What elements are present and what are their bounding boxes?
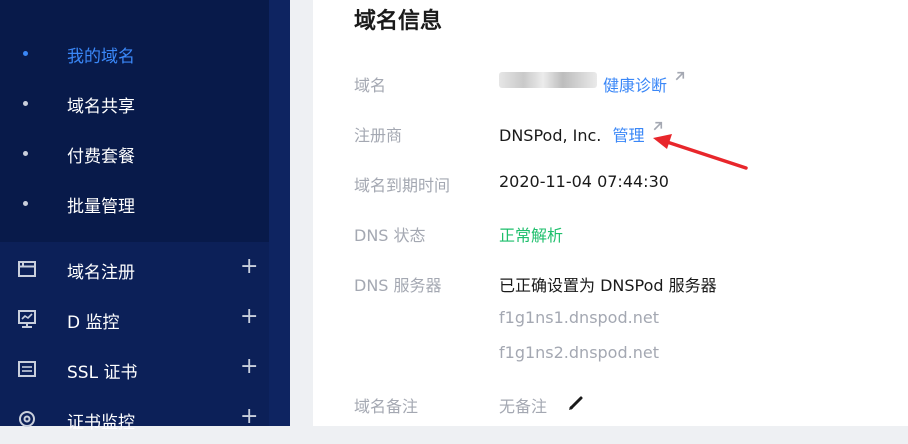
edit-pencil-icon[interactable] <box>567 394 585 412</box>
submenu-label: 付费套餐 <box>67 146 135 167</box>
submenu-label: 域名共享 <box>67 96 135 117</box>
page-title: 域名信息 <box>354 9 443 34</box>
submenu-label: 我的域名 <box>67 46 135 67</box>
menu-item-domain-registration[interactable]: 域名注册 + <box>0 244 269 294</box>
health-check-link[interactable]: 健康诊断 <box>603 76 667 95</box>
expiry-value: 2020-11-04 07:44:30 <box>499 172 669 191</box>
external-link-icon <box>675 71 685 81</box>
submenu-item-domain-sharing[interactable]: 域名共享 <box>0 79 269 129</box>
submenu-item-my-domains[interactable]: 我的域名 <box>0 29 269 79</box>
blurred-domain-value <box>499 72 597 88</box>
annotation-arrow-icon <box>653 134 748 170</box>
dns-servers-value: 已正确设置为 DNSPod 服务器 <box>499 276 717 295</box>
menu-label: 域名注册 <box>67 263 135 283</box>
manage-link[interactable]: 管理 <box>612 126 644 145</box>
bullet-dot <box>23 51 28 56</box>
expand-plus-icon[interactable]: + <box>240 255 258 279</box>
registrar-value-wrap: DNSPod, Inc. 管理 <box>499 121 664 146</box>
submenu-item-batch-management[interactable]: 批量管理 <box>0 179 269 229</box>
target-icon <box>19 411 35 427</box>
menu-item-d-monitor[interactable]: D 监控 + <box>0 294 269 344</box>
monitor-icon <box>18 310 36 328</box>
expand-plus-icon[interactable]: + <box>240 405 258 429</box>
menu-label: D 监控 <box>67 313 120 333</box>
dns-status-value: 正常解析 <box>499 226 564 245</box>
domain-submenu: 我的域名 域名共享 付费套餐 批量管理 <box>0 0 269 242</box>
menu-label: 证书监控 <box>67 413 135 433</box>
bullet-dot <box>23 201 28 206</box>
dns-servers-label: DNS 服务器 <box>354 276 442 295</box>
expand-plus-icon[interactable]: + <box>240 355 258 379</box>
nameserver-2: f1g1ns2.dnspod.net <box>499 343 659 362</box>
registrar-value: DNSPod, Inc. <box>499 126 602 145</box>
expiry-label: 域名到期时间 <box>354 176 451 195</box>
submenu-item-paid-plans[interactable]: 付费套餐 <box>0 129 269 179</box>
remark-value: 无备注 <box>499 397 548 416</box>
menu-item-ssl-certificate[interactable]: SSL 证书 + <box>0 344 269 394</box>
sidebar-rail <box>269 0 290 426</box>
expand-plus-icon[interactable]: + <box>240 305 258 329</box>
domain-label: 域名 <box>354 76 387 95</box>
menu-label: SSL 证书 <box>67 363 138 383</box>
dns-status-label: DNS 状态 <box>354 226 426 245</box>
submenu-label: 批量管理 <box>67 196 135 217</box>
sidebar: 我的域名 域名共享 付费套餐 批量管理 域名注册 + D 监控 + SSL 证书… <box>0 0 290 433</box>
domain-info-panel <box>313 0 908 426</box>
menu-item-cert-monitor[interactable]: 证书监控 + <box>0 394 269 444</box>
bullet-dot <box>23 151 28 156</box>
bullet-dot <box>23 101 28 106</box>
certificate-icon <box>18 361 36 377</box>
nameserver-1: f1g1ns1.dnspod.net <box>499 308 659 327</box>
registrar-label: 注册商 <box>354 126 403 145</box>
health-check-link-wrap: 健康诊断 <box>603 71 686 96</box>
browser-window-icon <box>18 261 36 277</box>
remark-label: 域名备注 <box>354 397 419 416</box>
